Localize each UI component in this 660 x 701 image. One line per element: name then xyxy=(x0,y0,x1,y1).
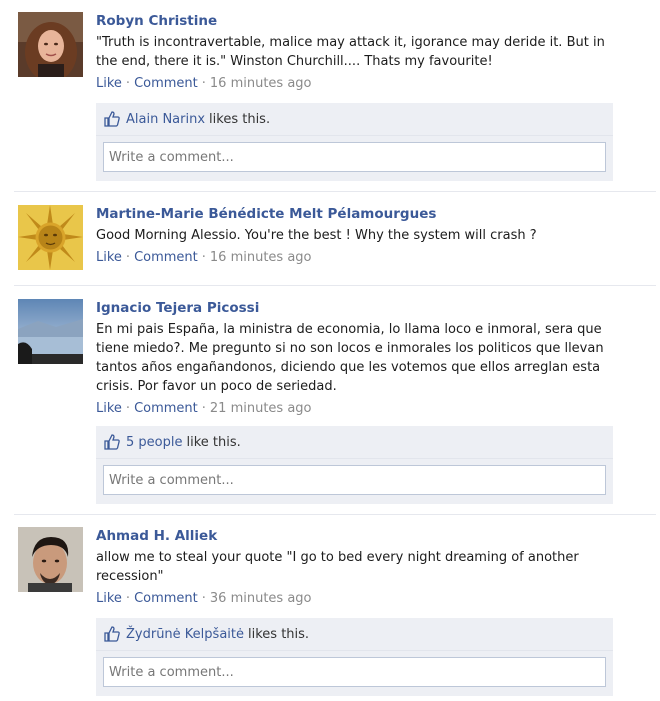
comment-box xyxy=(96,458,613,504)
likes-suffix: like this. xyxy=(186,434,241,450)
avatar[interactable] xyxy=(18,299,83,364)
like-link[interactable]: Like xyxy=(96,76,122,91)
post-text: En mi pais España, la ministra de econom… xyxy=(96,322,604,394)
timestamp: 21 minutes ago xyxy=(209,401,312,416)
comment-link[interactable]: Comment xyxy=(134,76,198,91)
comment-link[interactable]: Comment xyxy=(134,250,198,265)
post-actions: Like · Comment · 16 minutes ago xyxy=(96,248,618,267)
post-text: allow me to steal your quote "I go to be… xyxy=(96,550,579,584)
avatar[interactable] xyxy=(18,205,83,270)
separator: · xyxy=(201,76,206,91)
author-name[interactable]: Martine-Marie Bénédicte Melt Pélamourgue… xyxy=(96,205,618,224)
post-actions: Like · Comment · 36 minutes ago xyxy=(96,589,618,608)
separator: · xyxy=(201,591,206,606)
thumbs-up-icon xyxy=(104,434,120,450)
comment-input[interactable] xyxy=(103,465,606,495)
post-actions: Like · Comment · 16 minutes ago xyxy=(96,74,618,93)
comment-box xyxy=(96,135,613,181)
likes-bar: 5 people like this. xyxy=(96,426,613,458)
likes-suffix: likes this. xyxy=(248,626,310,642)
post-robyn: Robyn Christine "Truth is incontravertab… xyxy=(0,0,660,190)
likes-bar: Alain Narinx likes this. xyxy=(96,103,613,135)
separator: · xyxy=(125,76,131,91)
likers-count[interactable]: 5 people xyxy=(126,435,182,450)
post-content: Martine-Marie Bénédicte Melt Pélamourgue… xyxy=(96,205,618,267)
author-name[interactable]: Ahmad H. Alliek xyxy=(96,527,618,546)
separator: · xyxy=(201,250,206,265)
likes-suffix: likes this. xyxy=(209,111,271,127)
separator: · xyxy=(125,401,131,416)
author-name[interactable]: Robyn Christine xyxy=(96,12,618,31)
post-ignacio: Ignacio Tejera Picossi En mi pais España… xyxy=(0,286,660,514)
avatar[interactable] xyxy=(18,527,83,592)
separator: · xyxy=(125,250,131,265)
thumbs-up-icon xyxy=(104,626,120,642)
comment-link[interactable]: Comment xyxy=(134,591,198,606)
like-link[interactable]: Like xyxy=(96,401,122,416)
comment-box xyxy=(96,650,613,696)
post-text: "Truth is incontravertable, malice may a… xyxy=(96,35,605,69)
post-content: Ahmad H. Alliek allow me to steal your q… xyxy=(96,527,618,608)
thumbs-up-icon xyxy=(104,111,120,127)
comment-link[interactable]: Comment xyxy=(134,401,198,416)
post-ahmad: Ahmad H. Alliek allow me to steal your q… xyxy=(0,515,660,701)
like-link[interactable]: Like xyxy=(96,250,122,265)
post-content: Robyn Christine "Truth is incontravertab… xyxy=(96,12,618,93)
liker-name[interactable]: Alain Narinx xyxy=(126,112,205,127)
timestamp: 16 minutes ago xyxy=(209,250,312,265)
post-text: Good Morning Alessio. You're the best ! … xyxy=(96,228,537,243)
post-actions: Like · Comment · 21 minutes ago xyxy=(96,399,618,418)
timestamp: 36 minutes ago xyxy=(209,591,312,606)
likes-bar: Žydrūnė Kelpšaitė likes this. xyxy=(96,618,613,650)
author-name[interactable]: Ignacio Tejera Picossi xyxy=(96,299,618,318)
comment-input[interactable] xyxy=(103,142,606,172)
separator: · xyxy=(125,591,131,606)
separator: · xyxy=(201,401,206,416)
post-content: Ignacio Tejera Picossi En mi pais España… xyxy=(96,299,618,418)
timestamp: 16 minutes ago xyxy=(209,76,312,91)
like-link[interactable]: Like xyxy=(96,591,122,606)
comment-input[interactable] xyxy=(103,657,606,687)
post-martine: Martine-Marie Bénédicte Melt Pélamourgue… xyxy=(0,192,660,284)
liker-name[interactable]: Žydrūnė Kelpšaitė xyxy=(126,627,244,642)
avatar[interactable] xyxy=(18,12,83,77)
